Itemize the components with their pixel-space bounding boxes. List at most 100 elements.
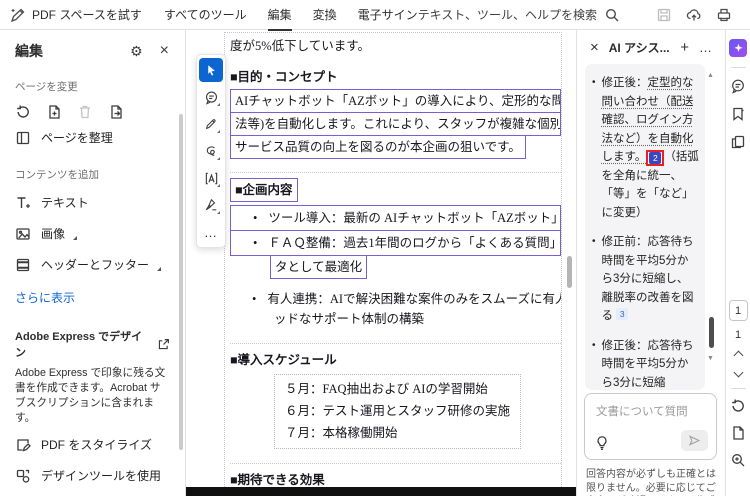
bookmarks-panel-icon[interactable] [730,106,746,122]
design-tools-label: デザインツールを使用 [41,469,162,483]
citation-badge-2[interactable]: 2 [649,152,662,164]
show-more-link[interactable]: さらに表示 [0,280,185,313]
stylize-pdf-item[interactable]: PDF をスタイライズ [0,429,185,460]
select-tool-button[interactable] [199,58,223,82]
document-scrollbar[interactable] [567,256,572,288]
overflow-menu-icon[interactable]: … [699,40,713,55]
pages-thumbnails-icon[interactable] [730,134,746,150]
edit-textbox[interactable]: タとして最適化 [270,255,368,279]
nav-all-tools[interactable]: すべてのツール [164,0,247,30]
add-image-label: 画像 [41,227,66,241]
fill-sign-tool-button[interactable] [199,193,223,217]
organize-pages-icon [16,131,30,144]
ai-response-text: 修正後：定型的な問い合わせ（配送確認、ログイン方法など）を自動化します。 2 （括弧… [602,74,699,222]
design-tools-icon [16,469,30,483]
close-panel-icon[interactable]: × [160,43,169,59]
scroll-down-arrow-icon[interactable]: ▼ [707,355,714,362]
doc-bullet-text: ＦＡＱ整備：過去1年間のログから「よくある質問」100項目 [268,236,556,250]
more-tools-button[interactable]: … [199,220,223,244]
doc-section-schedule: ■導入スケジュール ５月：FAQ抽出および AIの学習開始 ６月：テスト運用とス… [230,343,561,451]
pdf-spaces-label: PDF スペースを試す [32,8,142,22]
ai-assistant-button[interactable] [729,39,747,57]
rotate-view-icon[interactable] [730,398,746,414]
section-change-pages: ページを変更 [15,81,78,93]
doc-section-effects: ■期待できる効果 •コスト削減：カスタマーサポート部門の残業代を年間約500 •… [230,463,561,487]
page-view-icon[interactable] [730,425,746,441]
doc-text-line[interactable]: ッドなサポート体制の構築 [230,309,561,329]
design-tools-item[interactable]: デザインツールを使用 [0,460,185,491]
send-button[interactable] [681,430,708,451]
edit-textbox[interactable]: サービス品質の向上を図るのが本企画の狙いです。 [230,135,526,159]
organize-pages-item[interactable]: ページを整理 [0,122,185,153]
insert-page-icon[interactable] [46,104,62,120]
doc-heading-schedule[interactable]: ■導入スケジュール [230,351,561,369]
adobe-express-label: Adobe Express でデザイン [15,331,143,359]
pdf-spaces-button[interactable]: PDF スペースを試す [10,6,142,23]
doc-heading-purpose[interactable]: ■目的・コンセプト [230,68,561,86]
previous-page-chevron-icon[interactable] [733,350,743,361]
draw-tool-button[interactable] [199,112,223,136]
doc-bullet-text: ツール導入：最新の AIチャットボット「AZボット」の実装 [268,211,556,225]
recognize-text-tool-button[interactable] [199,166,223,190]
global-search[interactable]: テキスト、ツール、ヘルプを検索 [418,6,620,23]
nav-edit[interactable]: 編集 [267,0,292,31]
ai-sparkle-icon [733,43,743,52]
divider [730,388,746,389]
doc-bullet-text: 有人連携：AIで解決困難な案件のみをスムーズに有人チャッ [267,292,561,306]
design-new-page-item[interactable]: 新しいページをデザイン [0,491,185,496]
annotation-highlight-box: 2 [646,150,665,166]
ai-response-text: 修正後：応答待ち時間を平均5分から3分に短縮 [601,339,694,389]
ai-response-area: • 修正後：定型的な問い合わせ（配送確認、ログイン方法など）を自動化します。 2 （… [585,64,705,390]
doc-text-line[interactable]: 度が5%低下しています。 [230,38,561,55]
external-link-icon[interactable] [157,338,170,351]
floating-tool-palette: … [196,54,226,248]
ai-response-text: 修正前：応答待ち時間を平均5分から3分に短縮し、離脱率の改善を図る 3 [602,233,699,326]
suggestions-bulb-icon[interactable] [594,435,610,451]
next-page-chevron-icon[interactable] [733,367,743,378]
ai-panel-scrollbar[interactable] [709,317,714,348]
citation-badge-3[interactable]: 3 [616,308,629,320]
add-image-item[interactable]: 画像 [0,218,185,249]
sidebar-header: 編集 ⚙ × [0,30,185,65]
add-text-item[interactable]: テキスト [0,187,185,218]
lasso-tool-button[interactable] [199,139,223,163]
close-icon[interactable]: × [590,40,599,55]
comment-tool-button[interactable] [199,85,223,109]
edit-textbox[interactable]: 法等)を自動化します。これにより、スタッフが複雑な個別案件へ集 [230,112,561,136]
ai-response-bullet: • 修正後：定型的な問い合わせ（配送確認、ログイン方法など）を自動化します。 2 （… [592,74,699,222]
new-chat-plus-icon[interactable]: + [680,39,689,56]
settings-gear-icon[interactable]: ⚙ [130,43,143,60]
nav-esign[interactable]: 電子サイン [358,0,418,30]
save-icon[interactable] [656,7,672,23]
sidebar-title: 編集 [15,43,43,59]
extract-page-icon[interactable] [108,104,124,120]
edit-panel-sidebar: 編集 ⚙ × ページを変更 ページを整理 コンテンツを追加 テキスト 画像 ヘッ… [0,30,186,496]
ai-text-prefix: 修正後： [601,77,648,89]
edit-textbox[interactable]: • ＦＡＱ整備：過去1年間のログから「よくある質問」100項目 [230,230,561,256]
bullet-icon: • [592,236,596,247]
edit-textbox[interactable]: • ツール導入：最新の AIチャットボット「AZボット」の実装 [230,205,561,231]
doc-heading-effects[interactable]: ■期待できる効果 [230,471,561,487]
zoom-in-icon[interactable] [730,452,746,468]
submenu-corner-icon [157,266,162,271]
ai-question-input[interactable]: 文書について質問 [584,393,717,460]
page-actions-row [0,99,185,122]
sidebar-scrollbar[interactable] [179,114,183,450]
stylize-pdf-icon [17,438,31,451]
nav-convert[interactable]: 変換 [313,0,337,30]
header-footer-item[interactable]: ヘッダーとフッター [0,249,185,280]
current-page-input[interactable]: 1 [728,300,748,321]
doc-heading-plan[interactable]: ■企画内容 [230,178,298,202]
edit-textbox[interactable]: AIチャットボット「AZボット」の導入により、定形的な問い合わせ [230,89,561,113]
doc-bullet[interactable]: • 有人連携：AIで解決困難な案件のみをスムーズに有人チャッ [230,289,561,309]
comments-panel-icon[interactable] [730,78,746,94]
print-icon[interactable] [716,7,732,23]
schedule-textbox[interactable]: ５月：FAQ抽出および AIの学習開始 ６月：テスト運用とスタッフ研修の実施 ７… [274,374,522,449]
submenu-corner-icon [73,235,78,240]
ai-disclaimer: 回答内容が必ずしも正確とは限りません。必要に応じてご自身でご確認ください。生成 … [586,469,716,494]
top-toolbar: PDF スペースを試す すべてのツール 編集 変換 電子サイン テキスト、ツール… [0,0,750,31]
upload-cloud-icon[interactable] [686,7,702,23]
rotate-page-icon[interactable] [15,104,31,120]
ai-response-bullet: • 修正前：応答待ち時間を平均5分から3分に短縮し、離脱率の改善を図る 3 [592,233,699,326]
scroll-up-arrow-icon[interactable]: ▲ [707,72,714,79]
